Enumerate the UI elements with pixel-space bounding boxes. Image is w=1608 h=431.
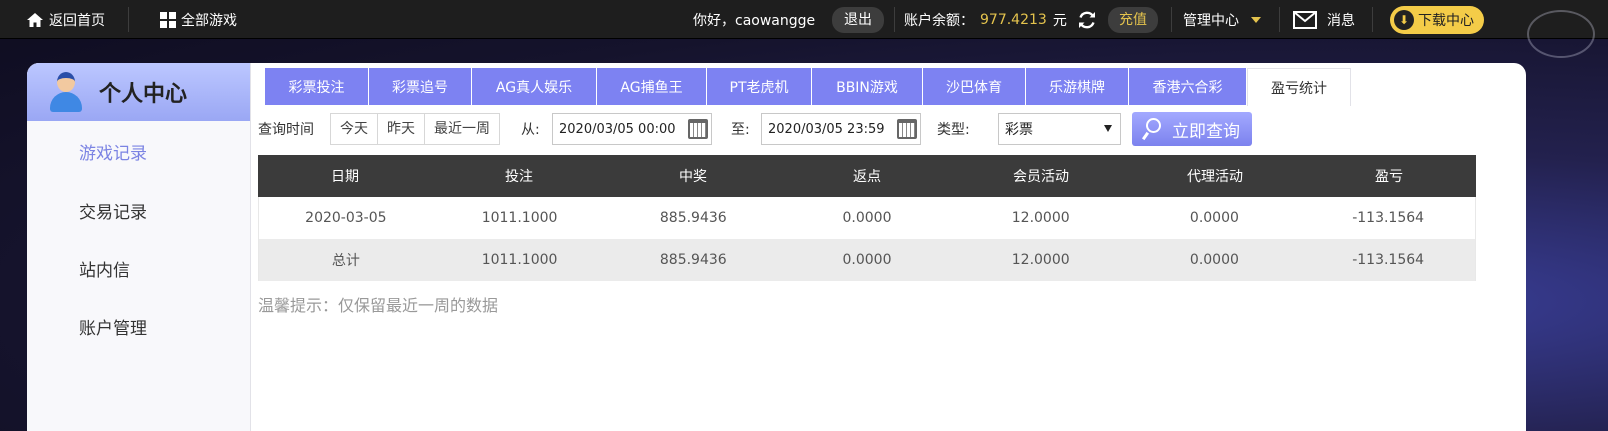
tab-leyou-chess[interactable]: 乐游棋牌 bbox=[1026, 68, 1128, 105]
table-row: 2020-03-05 1011.1000 885.9436 0.0000 12.… bbox=[258, 197, 1476, 239]
download-icon: ⬇ bbox=[1394, 9, 1414, 30]
yesterday-button[interactable]: 昨天 bbox=[378, 114, 425, 144]
table-cell: 0.0000 bbox=[1189, 252, 1239, 268]
profit-loss-table: 日期 投注 中奖 返点 会员活动 代理活动 盈亏 2020-03-05 1011… bbox=[258, 155, 1476, 281]
table-cell: 0.0000 bbox=[1189, 210, 1239, 226]
table-cell: 885.9436 bbox=[659, 252, 727, 268]
download-label: 下载中心 bbox=[1418, 12, 1474, 29]
all-games-label: 全部游戏 bbox=[181, 12, 237, 29]
search-icon bbox=[1141, 118, 1164, 141]
today-button[interactable]: 今天 bbox=[331, 114, 378, 144]
quick-range-group: 今天 昨天 最近一周 bbox=[330, 113, 500, 145]
calendar-icon[interactable] bbox=[688, 119, 708, 139]
manage-center-label: 管理中心 bbox=[1183, 12, 1239, 29]
column-header: 代理活动 bbox=[1187, 169, 1243, 185]
main-panel: 个人中心 游戏记录 交易记录 站内信 账户管理 彩票投注 彩票追号 AG真人娱乐… bbox=[27, 63, 1526, 431]
home-link[interactable]: 返回首页 bbox=[26, 0, 105, 39]
table-cell: 0.0000 bbox=[842, 252, 892, 268]
recharge-wrap: 充值 bbox=[1108, 0, 1158, 39]
column-header: 投注 bbox=[505, 169, 533, 185]
logout-button[interactable]: 退出 bbox=[832, 6, 884, 33]
sidebar-header: 个人中心 bbox=[27, 63, 250, 121]
tab-bbin-games[interactable]: BBIN游戏 bbox=[812, 68, 922, 105]
chevron-down-icon bbox=[1104, 125, 1112, 132]
table-cell: 总计 bbox=[331, 253, 360, 269]
table-cell: -113.1564 bbox=[1352, 210, 1425, 226]
from-label: 从: bbox=[521, 122, 540, 138]
table-total-row: 总计 1011.1000 885.9436 0.0000 12.0000 0.0… bbox=[258, 239, 1476, 281]
divider bbox=[894, 7, 895, 32]
balance-value: 977.4213 bbox=[980, 11, 1047, 28]
download-wrap: ⬇ 下载中心 bbox=[1390, 0, 1484, 39]
tab-ag-fishing[interactable]: AG捕鱼王 bbox=[597, 68, 706, 105]
sidebar-item-account-management[interactable]: 账户管理 bbox=[79, 314, 147, 339]
table-header: 日期 投注 中奖 返点 会员活动 代理活动 盈亏 bbox=[258, 155, 1476, 197]
mail-icon bbox=[1293, 10, 1317, 29]
column-header: 盈亏 bbox=[1375, 169, 1403, 185]
table-cell: 0.0000 bbox=[842, 210, 892, 226]
tab-saba-sports[interactable]: 沙巴体育 bbox=[923, 68, 1025, 105]
logout-button-wrap: 退出 bbox=[832, 0, 884, 39]
table-cell: -113.1564 bbox=[1352, 252, 1425, 268]
tip-text: 温馨提示：仅保留最近一周的数据 bbox=[258, 296, 499, 315]
manage-center-menu[interactable]: 管理中心 bbox=[1183, 0, 1261, 39]
divider bbox=[1279, 7, 1280, 32]
messages-label: 消息 bbox=[1327, 12, 1355, 29]
tab-hk-mark-six[interactable]: 香港六合彩 bbox=[1129, 68, 1246, 105]
avatar bbox=[49, 72, 83, 112]
greeting: 你好，caowangge bbox=[693, 12, 816, 29]
home-icon bbox=[27, 12, 43, 27]
table-cell: 12.0000 bbox=[1011, 210, 1070, 226]
sidebar-item-inbox[interactable]: 站内信 bbox=[79, 256, 130, 281]
balance-unit: 元 bbox=[1052, 12, 1067, 29]
table-cell: 2020-03-05 bbox=[305, 210, 387, 226]
type-label: 类型: bbox=[937, 122, 970, 138]
table-cell: 885.9436 bbox=[659, 210, 727, 226]
table-cell: 1011.1000 bbox=[481, 252, 558, 268]
watermark-stamp bbox=[1527, 10, 1595, 58]
tab-ag-live[interactable]: AG真人娱乐 bbox=[472, 68, 596, 105]
column-header: 会员活动 bbox=[1013, 169, 1069, 185]
home-label: 返回首页 bbox=[49, 12, 105, 29]
balance-label: 账户余额： bbox=[904, 12, 974, 29]
sidebar: 个人中心 游戏记录 交易记录 站内信 账户管理 bbox=[27, 63, 251, 431]
refresh-icon bbox=[1079, 11, 1095, 28]
chevron-down-icon bbox=[1251, 16, 1261, 23]
tab-profit-loss[interactable]: 盈亏统计 bbox=[1247, 68, 1351, 106]
type-select-value: 彩票 bbox=[1005, 122, 1033, 138]
last-week-button[interactable]: 最近一周 bbox=[425, 114, 499, 144]
balance: 账户余额： 977.4213 元 bbox=[904, 0, 1067, 39]
grid-icon bbox=[160, 11, 176, 28]
column-header: 中奖 bbox=[679, 169, 707, 185]
refresh-button[interactable] bbox=[1076, 0, 1098, 39]
recharge-button[interactable]: 充值 bbox=[1108, 6, 1158, 33]
sidebar-title: 个人中心 bbox=[99, 82, 188, 107]
table-cell: 12.0000 bbox=[1011, 252, 1070, 268]
divider bbox=[128, 7, 129, 32]
divider bbox=[1171, 7, 1172, 32]
top-bar: 返回首页 全部游戏 你好，caowangge 退出 账户余额： 977.4213… bbox=[0, 0, 1608, 39]
type-select[interactable]: 彩票 bbox=[998, 113, 1121, 145]
divider bbox=[1372, 7, 1373, 32]
query-time-label: 查询时间 bbox=[258, 122, 314, 138]
all-games-link[interactable]: 全部游戏 bbox=[160, 0, 237, 39]
sidebar-item-game-records[interactable]: 游戏记录 bbox=[79, 139, 147, 164]
tab-lottery-chase[interactable]: 彩票追号 bbox=[369, 68, 471, 105]
calendar-icon[interactable] bbox=[897, 119, 917, 139]
tab-pt-slots[interactable]: PT老虎机 bbox=[707, 68, 811, 105]
to-label: 至: bbox=[731, 122, 750, 138]
sidebar-item-transaction-records[interactable]: 交易记录 bbox=[79, 198, 147, 223]
column-header: 返点 bbox=[853, 169, 881, 185]
download-center-button[interactable]: ⬇ 下载中心 bbox=[1390, 5, 1484, 34]
messages-link[interactable]: 消息 bbox=[1293, 0, 1355, 39]
query-button[interactable]: 立即查询 bbox=[1132, 112, 1252, 146]
tab-lottery-bet[interactable]: 彩票投注 bbox=[265, 68, 368, 105]
table-cell: 1011.1000 bbox=[481, 210, 558, 226]
query-button-label: 立即查询 bbox=[1172, 121, 1240, 142]
column-header: 日期 bbox=[331, 169, 359, 185]
